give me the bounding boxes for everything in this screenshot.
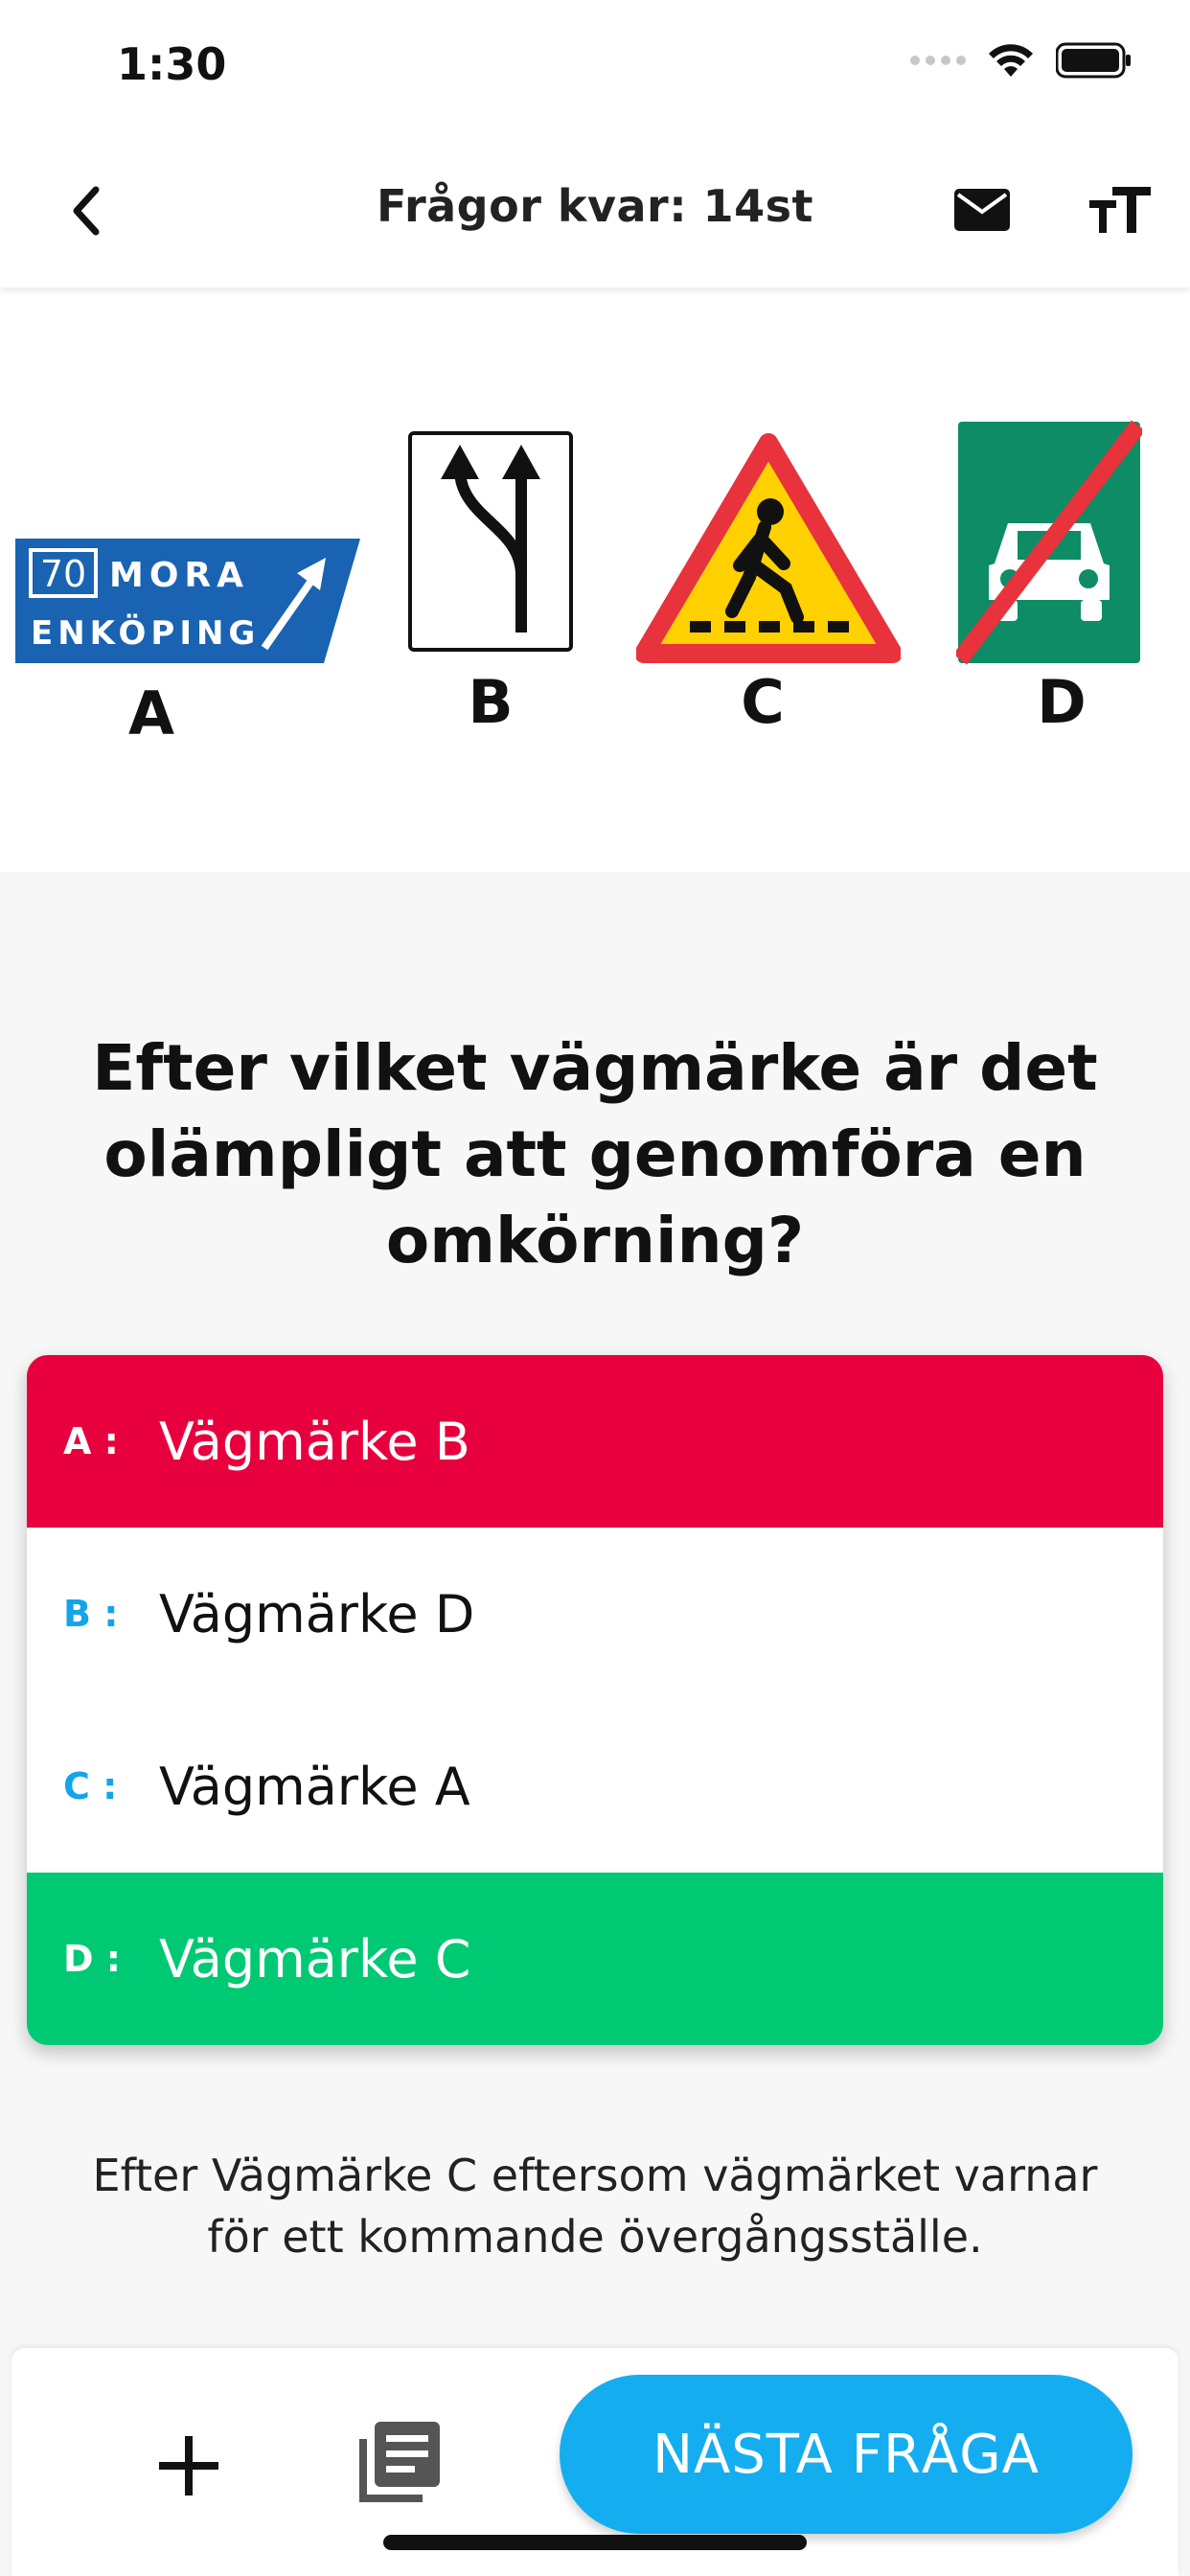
cellular-signal-icon [910,56,966,65]
status-icons [910,42,1133,79]
mail-button[interactable] [949,176,1016,243]
answer-letter: C : [63,1765,118,1807]
answer-option-d[interactable]: D : Vägmärke C [27,1873,1163,2045]
library-books-icon [359,2422,440,2502]
sign-b-lane-split-icon [408,431,573,652]
svg-text:70: 70 [40,553,86,595]
svg-text:MORA: MORA [109,556,249,595]
sign-d-end-of-motorway-icon [956,420,1142,665]
road-signs-panel: 70 MORA ENKÖPING A B C D [0,288,1190,872]
answer-explanation: Efter Vägmärke C eftersom vägmärket varn… [92,2150,1098,2263]
status-time: 1:30 [117,38,227,90]
answer-list: A : Vägmärke B B : Vägmärke D C : Vägmär… [27,1355,1163,2045]
sign-label-a: A [128,678,174,748]
answer-letter: B : [63,1593,119,1635]
mail-icon [954,189,1010,231]
question-text: Efter vilket vägmärke är det olämpligt a… [92,1031,1098,1277]
sign-c-pedestrian-crossing-icon [636,433,901,663]
answer-text: Vägmärke A [159,1756,470,1817]
answer-letter: D : [63,1938,121,1980]
wifi-icon [989,44,1033,77]
answer-text: Vägmärke D [159,1583,475,1644]
home-indicator [383,2535,807,2550]
battery-icon [1056,42,1131,79]
nav-bar: Frågor kvar: 14st [0,134,1190,288]
svg-text:ENKÖPING: ENKÖPING [31,613,260,653]
plus-icon [159,2436,218,2496]
sign-a-direction-icon: 70 MORA ENKÖPING [15,539,360,663]
answer-option-b[interactable]: B : Vägmärke D [27,1528,1163,1700]
next-question-button[interactable]: NÄSTA FRÅGA [560,2375,1133,2534]
answer-text: Vägmärke C [159,1928,471,1990]
status-bar: 1:30 [0,0,1190,134]
sign-label-c: C [741,667,785,737]
library-button[interactable] [347,2409,452,2515]
answer-option-c[interactable]: C : Vägmärke A [27,1700,1163,1873]
text-size-button[interactable] [1083,176,1159,243]
sign-label-b: B [468,667,514,737]
add-button[interactable] [136,2413,241,2518]
answer-option-a[interactable]: A : Vägmärke B [27,1355,1163,1528]
answer-letter: A : [63,1420,119,1462]
sign-label-d: D [1037,667,1087,737]
text-size-icon [1089,187,1151,233]
answer-text: Vägmärke B [159,1411,470,1472]
